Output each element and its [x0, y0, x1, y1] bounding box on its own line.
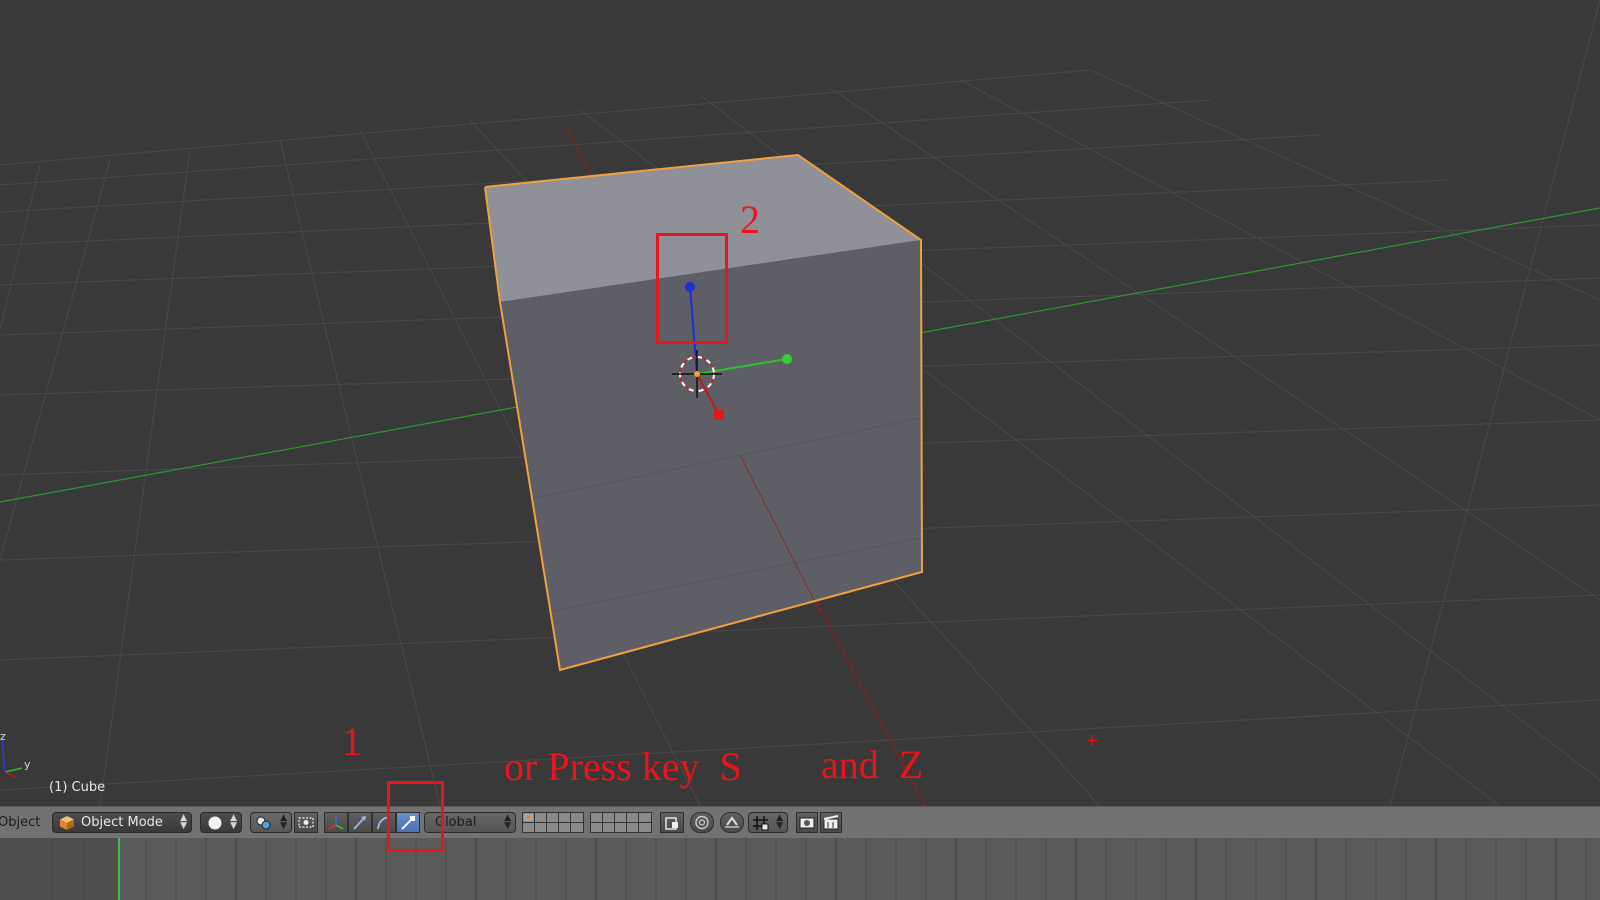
view-axis-widget: y z	[0, 730, 31, 779]
annotation-box-1	[387, 781, 444, 852]
opengl-render-button[interactable]	[796, 812, 818, 833]
viewport-header: Object Object Mode ▲ ▼ ▲ ▼ ▲ ▼ Global ▲ …	[0, 806, 1600, 838]
y-axis-handle	[782, 354, 792, 364]
snap-icon	[725, 816, 739, 828]
timeline-area[interactable]	[0, 838, 1600, 900]
annotation-and-text: and Z	[821, 742, 924, 787]
annotation-plus-mark: +	[1086, 728, 1099, 753]
annotation-step-1: 1	[342, 719, 362, 764]
updown-arrow-icon: ▲ ▼	[776, 813, 783, 831]
3d-scene[interactable]: y z	[0, 0, 1600, 806]
3d-viewport[interactable]: y z (1) Cube 2 1 or Press key S and Z +	[0, 0, 1600, 806]
active-object-label: (1) Cube	[49, 780, 106, 795]
annotation-shortcut-text: or Press key S	[504, 744, 742, 789]
snap-target-icon	[753, 816, 769, 831]
updown-arrow-icon: ▲ ▼	[180, 813, 187, 831]
axis-y-label: y	[24, 758, 31, 771]
pivot-point-dropdown[interactable]: ▲ ▼	[250, 812, 292, 833]
translate-manipulator-button[interactable]	[348, 812, 372, 833]
layer-grid-icon	[590, 812, 652, 833]
manipulator-axes-icon	[328, 816, 344, 830]
updown-arrow-icon: ▲ ▼	[280, 813, 287, 831]
lock-layers-button[interactable]	[660, 812, 684, 833]
snap-toggle-button[interactable]	[720, 812, 744, 833]
updown-arrow-icon: ▲ ▼	[230, 813, 237, 831]
mode-dropdown[interactable]: Object Mode ▲ ▼	[52, 812, 192, 833]
opengl-render-animation-button[interactable]	[820, 812, 842, 833]
pivot-point-icon	[256, 816, 271, 830]
viewport-shading-dropdown[interactable]: ▲ ▼	[200, 812, 242, 833]
scene-layers-grid[interactable]	[522, 812, 584, 833]
layers-toggle-button[interactable]	[294, 812, 318, 833]
solid-shading-icon	[208, 816, 222, 830]
layers-toggle-icon	[298, 817, 314, 828]
render-animation-icon	[823, 815, 839, 830]
axis-z-label: z	[0, 730, 6, 743]
annotation-step-2: 2	[740, 197, 760, 242]
object-menu[interactable]: Object	[0, 815, 40, 830]
render-icon	[799, 817, 815, 829]
proportional-edit-button[interactable]	[690, 812, 714, 833]
scene-layers-grid-2[interactable]	[590, 812, 652, 833]
snap-element-dropdown[interactable]: ▲ ▼	[748, 812, 788, 833]
mode-dropdown-label: Object Mode	[81, 815, 163, 830]
lock-layers-icon	[665, 817, 678, 830]
layer-grid-icon	[522, 812, 584, 833]
translate-icon	[353, 816, 366, 830]
x-axis-handle	[714, 410, 724, 420]
timeline-grid	[0, 838, 1587, 900]
manipulator-toggle-button[interactable]	[324, 812, 348, 833]
proportional-edit-icon	[695, 815, 709, 830]
annotation-box-2	[656, 233, 728, 344]
updown-arrow-icon: ▲ ▼	[504, 813, 511, 831]
cube-icon	[60, 816, 74, 830]
